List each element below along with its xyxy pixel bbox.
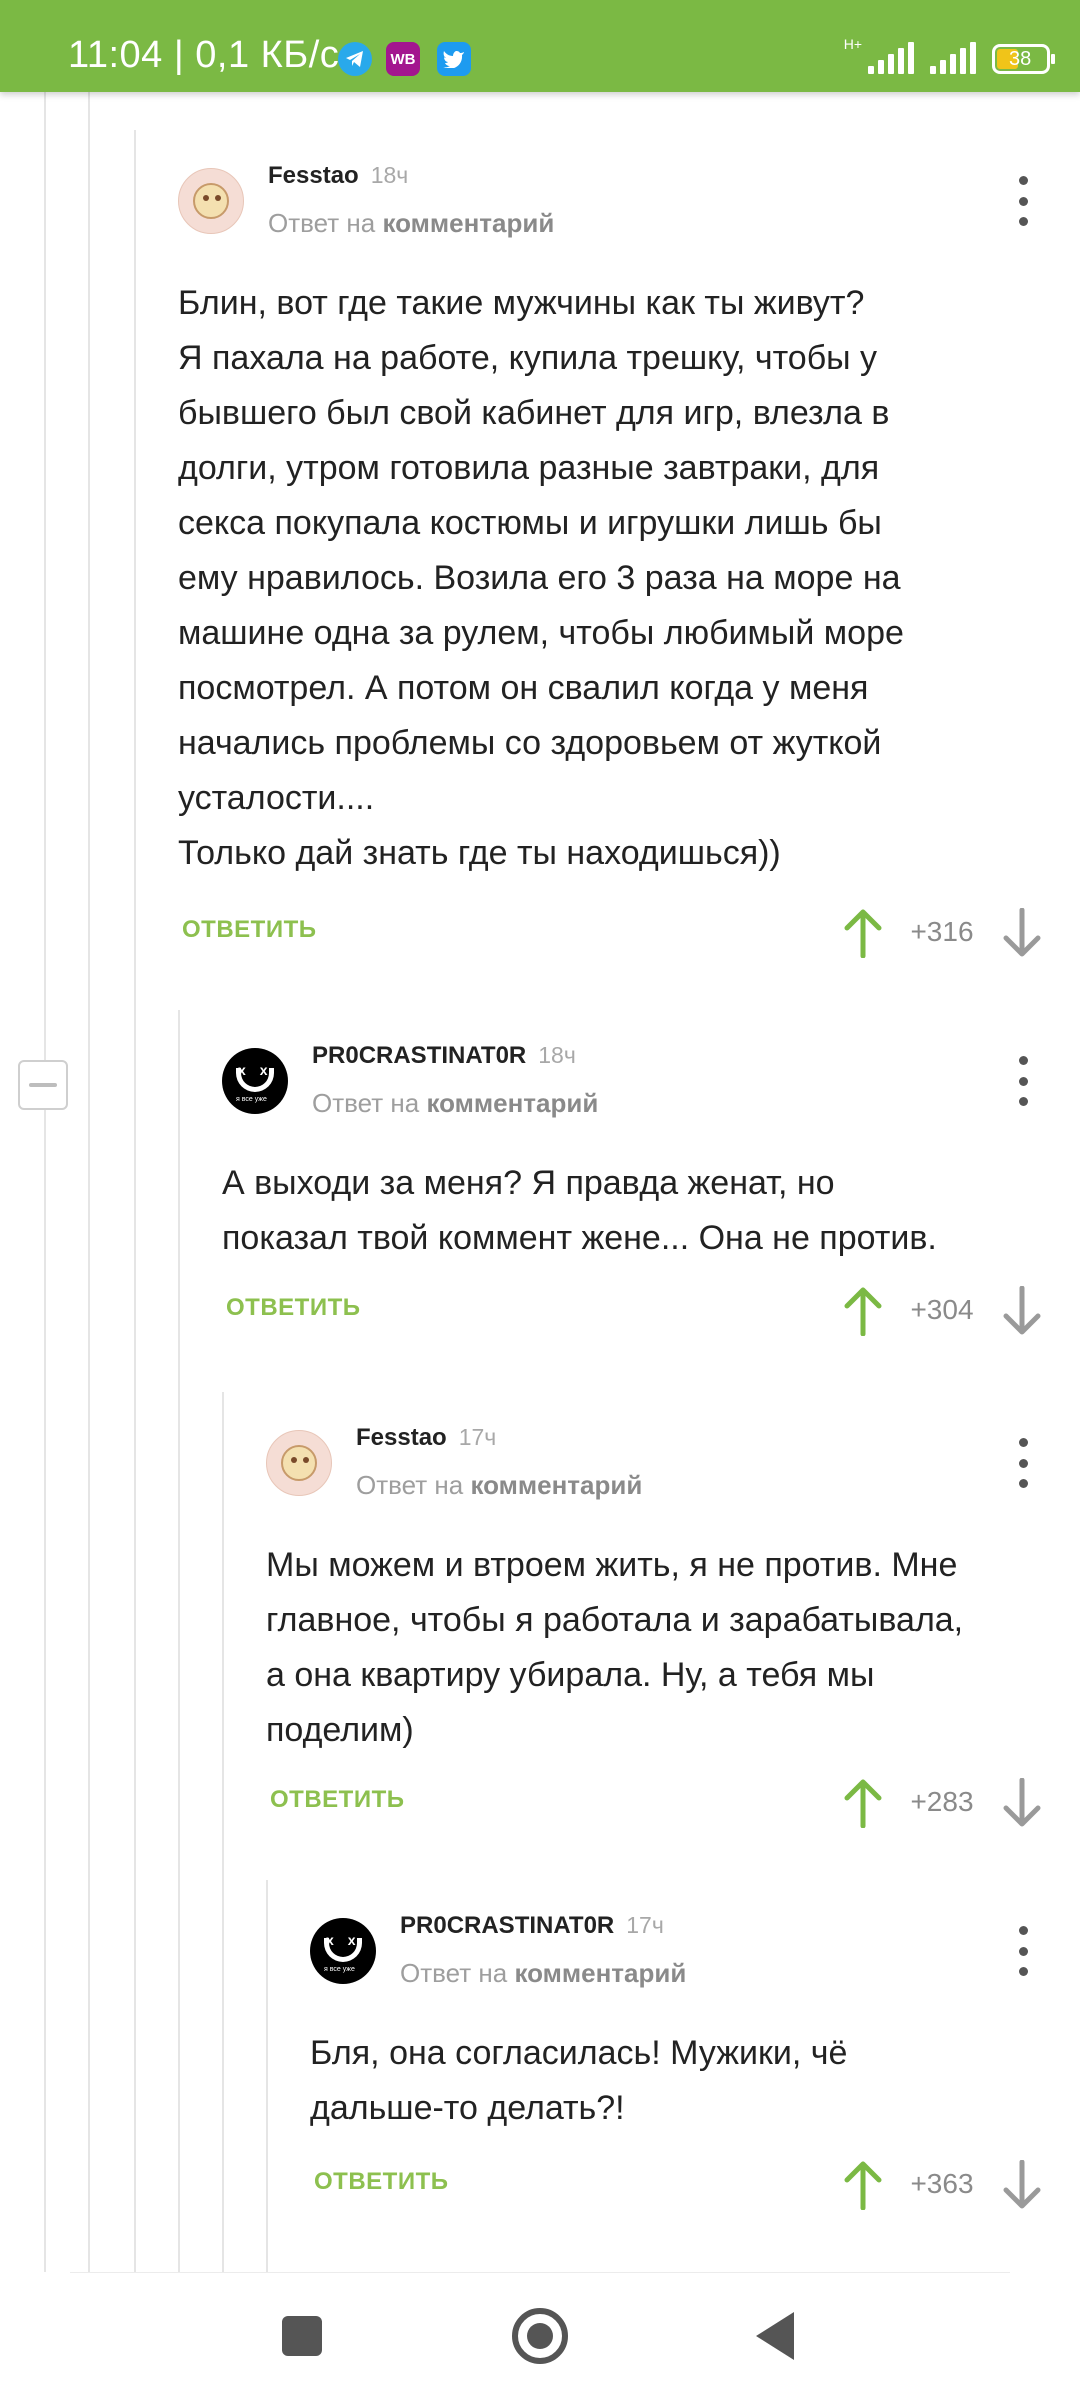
comment-time: 18ч xyxy=(370,162,409,188)
nav-back-icon[interactable] xyxy=(756,2312,794,2360)
reply-button[interactable]: ОТВЕТИТЬ xyxy=(314,2168,449,2196)
collapse-thread-button[interactable] xyxy=(18,1060,68,1110)
comment-author[interactable]: Fesstao 18ч xyxy=(268,162,408,190)
status-bar: 11:04 | 0,1 КБ/с WB H+ 38 xyxy=(0,0,1080,92)
wb-icon: WB xyxy=(386,42,420,76)
arrow-up-icon[interactable] xyxy=(843,2160,883,2210)
avatar[interactable] xyxy=(178,168,244,234)
comment: Fesstao 18ч Ответ на комментарий Блин, во… xyxy=(136,130,1080,980)
reply-button[interactable]: ОТВЕТИТЬ xyxy=(182,916,317,944)
battery-icon: 38 xyxy=(992,44,1055,74)
divider xyxy=(70,2272,1010,2273)
comment: xx я все уже PR0CRASTINAT0R 17ч Ответ на к… xyxy=(268,1880,1080,2240)
avatar[interactable]: xx я все уже xyxy=(222,1048,288,1114)
comment-text: Мы можем и втроем жить, я не против. Мне… xyxy=(266,1546,964,1749)
system-nav-bar xyxy=(0,2272,1080,2400)
arrow-down-icon[interactable] xyxy=(1002,2160,1042,2210)
arrow-up-icon[interactable] xyxy=(843,1778,883,1828)
network-type: H+ xyxy=(843,36,862,52)
comment-time: 17ч xyxy=(458,1424,497,1450)
reply-to: Ответ на комментарий xyxy=(268,208,554,239)
author-name[interactable]: Fesstao xyxy=(356,1424,447,1451)
comment-author[interactable]: PR0CRASTINAT0R 17ч xyxy=(400,1912,664,1940)
reply-target-link[interactable]: комментарий xyxy=(382,208,554,238)
arrow-down-icon[interactable] xyxy=(1002,1778,1042,1828)
reply-prefix: Ответ на xyxy=(312,1088,420,1118)
status-time: 11:04 | 0,1 КБ/с xyxy=(68,34,340,76)
comment-rating: +304 xyxy=(910,1294,974,1325)
collapse-icon xyxy=(29,1083,57,1087)
reply-to: Ответ на комментарий xyxy=(312,1088,598,1119)
avatar[interactable] xyxy=(266,1430,332,1496)
comment-time: 18ч xyxy=(538,1042,576,1068)
comment-rating: +316 xyxy=(910,916,974,947)
nav-home-icon[interactable] xyxy=(512,2308,568,2364)
author-name[interactable]: PR0CRASTINAT0R xyxy=(400,1912,614,1939)
reply-target-link[interactable]: комментарий xyxy=(470,1470,642,1500)
reply-target-link[interactable]: комментарий xyxy=(426,1088,598,1118)
reply-prefix: Ответ на xyxy=(356,1470,464,1500)
comment: xx я все уже PR0CRASTINAT0R 18ч Ответ на к… xyxy=(180,1010,1080,1360)
more-icon[interactable] xyxy=(1013,1438,1033,1488)
arrow-down-icon[interactable] xyxy=(1002,1286,1042,1336)
arrow-up-icon[interactable] xyxy=(843,1286,883,1336)
reply-prefix: Ответ на xyxy=(268,208,376,238)
comment-author[interactable]: PR0CRASTINAT0R 18ч xyxy=(312,1042,576,1070)
comment-author[interactable]: Fesstao 17ч xyxy=(356,1424,496,1452)
comment-rating: +283 xyxy=(910,1786,974,1817)
author-name[interactable]: PR0CRASTINAT0R xyxy=(312,1042,526,1069)
comment: Fesstao 17ч Ответ на комментарий Мы можем… xyxy=(224,1392,1080,1852)
telegram-icon xyxy=(338,42,372,76)
reply-to: Ответ на комментарий xyxy=(400,1958,686,1989)
comment-time: 17ч xyxy=(626,1912,664,1938)
thread-line xyxy=(44,92,46,2272)
thread-line xyxy=(88,92,90,2272)
nav-square-icon[interactable] xyxy=(282,2316,322,2356)
comment-rating: +363 xyxy=(910,2168,974,2199)
reply-button[interactable]: ОТВЕТИТЬ xyxy=(226,1294,361,1322)
battery-level: 38 xyxy=(1009,47,1032,70)
reply-button[interactable]: ОТВЕТИТЬ xyxy=(270,1786,405,1814)
author-name[interactable]: Fesstao xyxy=(268,162,359,189)
signal-icon xyxy=(868,40,914,74)
more-icon[interactable] xyxy=(1013,1926,1033,1976)
comment-text: Бля, она согласилась! Мужики, чё дальше-… xyxy=(310,2034,848,2127)
arrow-down-icon[interactable] xyxy=(1002,908,1042,958)
arrow-up-icon[interactable] xyxy=(843,908,883,958)
reply-target-link[interactable]: комментарий xyxy=(514,1958,686,1988)
twitter-icon xyxy=(437,42,471,76)
status-indicators: H+ 38 xyxy=(844,36,1055,74)
reply-to: Ответ на комментарий xyxy=(356,1470,642,1501)
reply-prefix: Ответ на xyxy=(400,1958,508,1988)
more-icon[interactable] xyxy=(1013,1056,1033,1106)
signal-icon xyxy=(930,40,976,74)
avatar[interactable]: xx я все уже xyxy=(310,1918,376,1984)
comment-text: А выходи за меня? Я правда женат, но пок… xyxy=(222,1164,937,1257)
comment-text: Блин, вот где такие мужчины как ты живут… xyxy=(178,284,904,872)
more-icon[interactable] xyxy=(1013,176,1033,226)
